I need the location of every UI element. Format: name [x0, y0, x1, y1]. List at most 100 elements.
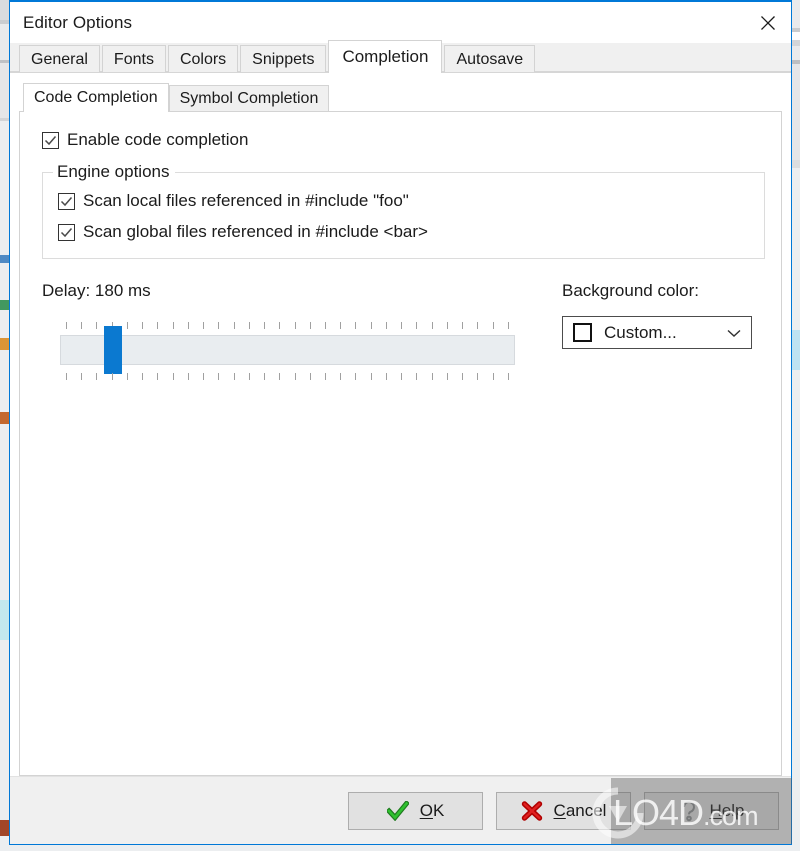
slider-thumb[interactable]	[104, 326, 122, 374]
slider-tick	[96, 373, 98, 380]
outer-tab-strip: General Fonts Colors Snippets Completion…	[10, 40, 791, 73]
tab-snippets[interactable]: Snippets	[240, 45, 327, 72]
slider-tick	[492, 322, 494, 329]
slider-tick	[157, 322, 159, 329]
slider-tick	[187, 322, 189, 329]
cross-icon	[521, 800, 543, 821]
lower-controls-row: Delay: 180 ms Background color: Custom..…	[42, 281, 765, 380]
slider-tick	[324, 322, 326, 329]
cancel-button-label: Cancel	[553, 800, 607, 820]
slider-tick	[370, 373, 372, 380]
slider-tick	[462, 322, 464, 329]
slider-tick	[264, 322, 266, 329]
slider-tick	[218, 322, 220, 329]
slider-tick	[385, 322, 387, 329]
background-color-label: Background color:	[562, 281, 700, 300]
tab-completion-label: Completion	[342, 47, 429, 66]
checkbox-box	[58, 192, 75, 210]
background-window-right-edge	[792, 0, 800, 851]
checkmark-icon	[60, 196, 73, 206]
slider-tick	[248, 322, 250, 329]
slider-tick	[340, 322, 342, 329]
background-window-left-edge	[0, 0, 9, 851]
slider-tick	[294, 322, 296, 329]
tab-code-completion-label: Code Completion	[34, 89, 158, 106]
slider-groove	[60, 335, 515, 365]
slider-ticks-top	[66, 322, 509, 329]
engine-options-group: Engine options Scan local files referenc…	[42, 162, 765, 259]
slider-tick	[446, 373, 448, 380]
slider-tick	[309, 322, 311, 329]
tab-autosave[interactable]: Autosave	[444, 45, 536, 72]
cancel-button-rest: ancel	[565, 800, 607, 820]
slider-tick	[142, 322, 144, 329]
slider-ticks-bottom	[66, 373, 509, 380]
check-icon	[386, 800, 409, 821]
tab-code-completion[interactable]: Code Completion	[23, 83, 169, 112]
slider-tick	[324, 373, 326, 380]
slider-tick	[248, 373, 250, 380]
background-color-selected-value: Custom...	[604, 322, 677, 342]
slider-tick	[233, 373, 235, 380]
slider-tick	[187, 373, 189, 380]
checkmark-icon	[60, 227, 73, 237]
cancel-button[interactable]: Cancel	[496, 791, 631, 830]
background-color-column: Background color: Custom...	[562, 281, 752, 380]
slider-tick	[203, 373, 205, 380]
slider-tick	[446, 322, 448, 329]
slider-tick	[81, 373, 83, 380]
tab-colors[interactable]: Colors	[167, 45, 239, 72]
editor-options-dialog: Editor Options General Fonts Colors Snip…	[9, 0, 792, 845]
slider-tick	[416, 373, 418, 380]
slider-tick	[416, 322, 418, 329]
scan-local-files-label: Scan local files referenced in #include …	[83, 191, 409, 210]
close-icon	[761, 15, 775, 30]
tab-fonts[interactable]: Fonts	[101, 45, 166, 72]
delay-column: Delay: 180 ms	[42, 281, 562, 380]
checkbox-box	[58, 223, 75, 241]
slider-tick	[477, 322, 479, 329]
inner-tab-strip: Code Completion Symbol Completion	[19, 82, 782, 112]
slider-tick	[370, 322, 372, 329]
tab-completion[interactable]: Completion	[328, 40, 443, 73]
engine-options-group-title: Engine options	[53, 162, 176, 182]
slider-tick	[507, 373, 509, 380]
help-button-label: Help	[709, 800, 745, 820]
chevron-down-icon	[725, 327, 743, 339]
slider-tick	[355, 373, 357, 380]
delay-slider[interactable]	[60, 322, 515, 380]
slider-tick	[126, 373, 128, 380]
window-title: Editor Options	[23, 12, 133, 32]
slider-tick	[81, 322, 83, 329]
scan-global-files-label: Scan global files referenced in #include…	[83, 222, 428, 241]
delay-label: Delay: 180 ms	[42, 281, 151, 300]
slider-tick	[203, 322, 205, 329]
slider-tick	[279, 373, 281, 380]
enable-code-completion-label: Enable code completion	[67, 130, 249, 149]
slider-tick	[126, 322, 128, 329]
slider-tick	[431, 322, 433, 329]
slider-tick	[431, 373, 433, 380]
help-button[interactable]: Help	[644, 791, 779, 830]
tab-colors-label: Colors	[179, 51, 227, 68]
slider-tick	[66, 373, 67, 380]
slider-tick	[233, 322, 235, 329]
ok-button-rest: K	[432, 800, 445, 820]
slider-tick	[66, 322, 67, 329]
tab-general[interactable]: General	[19, 45, 100, 72]
dialog-footer: OK Cancel Help LO4D.com	[10, 776, 792, 844]
tab-symbol-completion[interactable]: Symbol Completion	[168, 85, 330, 111]
slider-tick	[157, 373, 159, 380]
ok-button-label: OK	[419, 800, 445, 820]
scan-local-files-checkbox[interactable]: Scan local files referenced in #include …	[58, 191, 764, 211]
scan-global-files-checkbox[interactable]: Scan global files referenced in #include…	[58, 222, 764, 242]
close-button[interactable]	[745, 2, 791, 43]
background-color-dropdown[interactable]: Custom...	[562, 316, 752, 349]
slider-tick	[142, 373, 144, 380]
code-completion-panel: Enable code completion Engine options Sc…	[19, 111, 782, 776]
slider-tick	[218, 373, 220, 380]
enable-code-completion-checkbox[interactable]: Enable code completion	[42, 130, 765, 150]
ok-button[interactable]: OK	[348, 791, 483, 830]
slider-tick	[385, 373, 387, 380]
checkbox-box	[42, 131, 59, 149]
